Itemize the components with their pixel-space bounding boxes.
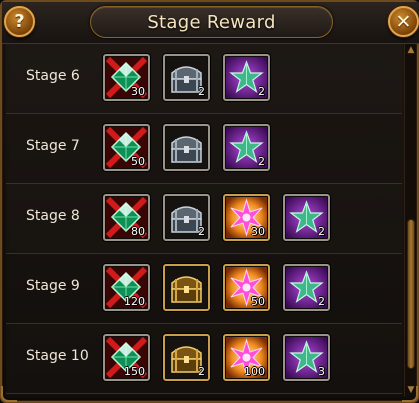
reward-item-slot[interactable] xyxy=(163,124,210,171)
reward-count: 2 xyxy=(258,85,265,98)
reward-item-slot[interactable]: 150 xyxy=(103,334,150,381)
reward-count: 120 xyxy=(124,295,145,308)
stage-label: Stage 7 xyxy=(26,138,80,154)
reward-item-slot[interactable]: 3 xyxy=(283,334,330,381)
reward-item-slot[interactable]: 100 xyxy=(223,334,270,381)
reward-item-slot[interactable]: 2 xyxy=(223,124,270,171)
reward-count: 80 xyxy=(131,225,145,238)
reward-item-slot[interactable]: 80 xyxy=(103,194,150,241)
reward-count: 2 xyxy=(318,295,325,308)
reward-count: 100 xyxy=(244,365,265,378)
frame-corner-ornament xyxy=(402,386,418,402)
reward-item-slot[interactable]: 50 xyxy=(103,124,150,171)
dialog-header: ? Stage Reward ✕ xyxy=(2,2,419,44)
scrollbar[interactable]: ▲ ▼ xyxy=(404,44,416,396)
frame-corner-ornament xyxy=(1,386,17,402)
stage-label: Stage 10 xyxy=(26,348,89,364)
reward-count: 50 xyxy=(131,155,145,168)
reward-list[interactable]: Stage 6 30 2 2 Stage 7 50 2 Stage 8 80 2… xyxy=(6,44,402,400)
reward-item-slot[interactable]: 2 xyxy=(163,54,210,101)
stage-row: Stage 9 120 50 2 xyxy=(6,254,402,324)
stage-row: Stage 8 80 2 30 2 xyxy=(6,184,402,254)
reward-item-slot[interactable]: 2 xyxy=(223,54,270,101)
help-icon: ? xyxy=(14,11,25,32)
reward-count: 30 xyxy=(251,225,265,238)
stage-label: Stage 8 xyxy=(26,208,80,224)
close-icon: ✕ xyxy=(395,10,412,33)
stage-label: Stage 9 xyxy=(26,278,80,294)
reward-count: 2 xyxy=(258,155,265,168)
reward-item-slot[interactable]: 30 xyxy=(223,194,270,241)
stage-reward-dialog: ? Stage Reward ✕ Stage 6 30 2 2 Stage 7 xyxy=(0,0,419,403)
title-plate: Stage Reward xyxy=(90,6,333,38)
reward-count: 2 xyxy=(198,365,205,378)
scroll-up-icon[interactable]: ▲ xyxy=(405,44,417,56)
stage-label: Stage 6 xyxy=(26,68,80,84)
reward-item-slot[interactable]: 120 xyxy=(103,264,150,311)
reward-count: 2 xyxy=(198,85,205,98)
reward-item-slot[interactable]: 2 xyxy=(163,194,210,241)
reward-count: 3 xyxy=(318,365,325,378)
reward-count: 2 xyxy=(198,225,205,238)
reward-count: 50 xyxy=(251,295,265,308)
scrollbar-thumb[interactable] xyxy=(407,219,415,369)
reward-item-slot[interactable]: 2 xyxy=(283,194,330,241)
stage-row: Stage 10 150 2 100 3 xyxy=(6,324,402,394)
reward-count: 30 xyxy=(131,85,145,98)
help-button[interactable]: ? xyxy=(4,6,35,37)
reward-count: 2 xyxy=(318,225,325,238)
reward-item-slot[interactable] xyxy=(163,264,210,311)
stage-row: Stage 7 50 2 xyxy=(6,114,402,184)
reward-item-slot[interactable]: 50 xyxy=(223,264,270,311)
reward-item-slot[interactable]: 30 xyxy=(103,54,150,101)
dialog-title: Stage Reward xyxy=(147,12,276,33)
stage-row: Stage 6 30 2 2 xyxy=(6,44,402,114)
reward-item-slot[interactable]: 2 xyxy=(283,264,330,311)
close-button[interactable]: ✕ xyxy=(388,6,419,37)
reward-item-slot[interactable]: 2 xyxy=(163,334,210,381)
reward-count: 150 xyxy=(124,365,145,378)
